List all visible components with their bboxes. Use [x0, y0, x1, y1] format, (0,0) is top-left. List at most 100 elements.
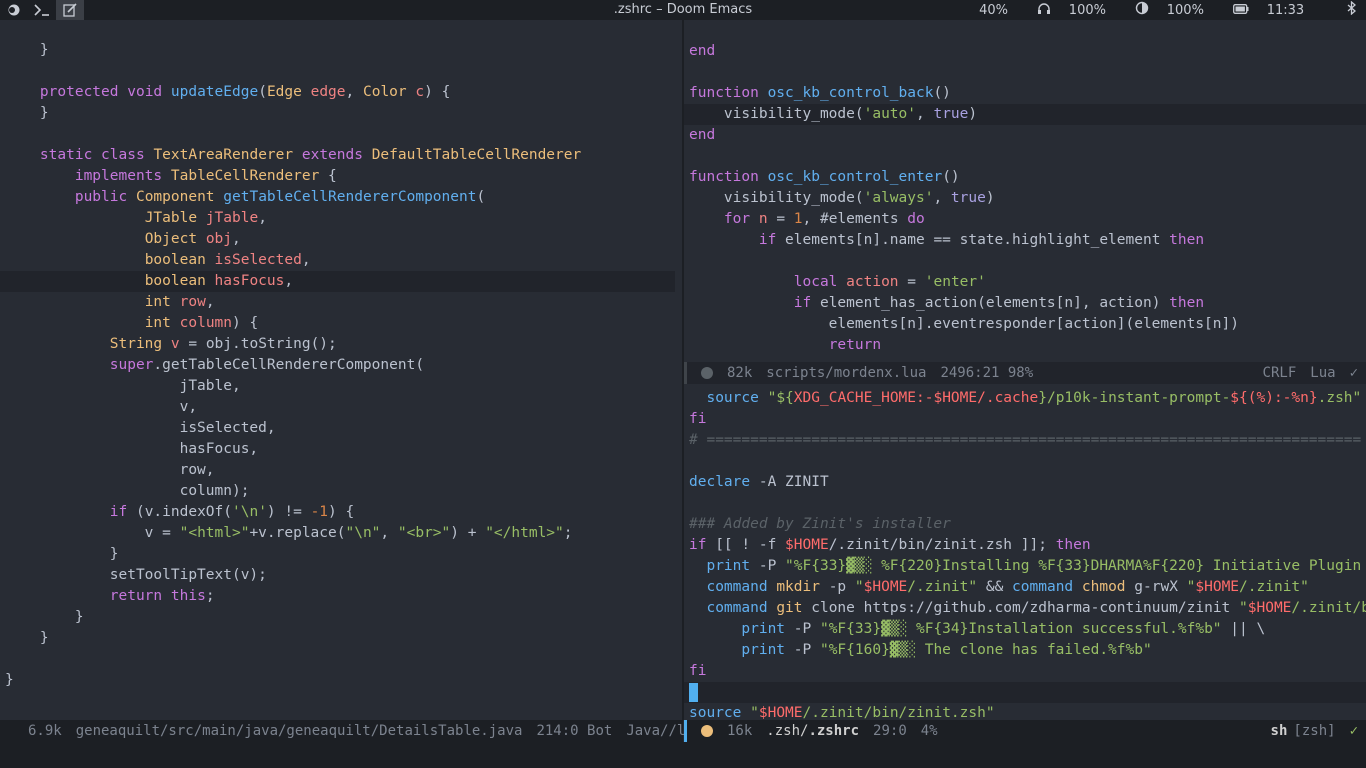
code-line[interactable]: # ======================================… — [684, 430, 1366, 451]
code-line[interactable]: function osc_kb_control_enter() — [684, 167, 1366, 188]
major-mode[interactable]: Lua — [1310, 362, 1335, 384]
code-line[interactable]: end — [684, 41, 1366, 62]
code-line[interactable]: function osc_kb_control_back() — [684, 83, 1366, 104]
code-line[interactable]: fi — [684, 409, 1366, 430]
code-token: command — [1012, 579, 1074, 595]
code-line[interactable] — [684, 493, 1366, 514]
code-line[interactable]: JTable jTable, — [0, 208, 675, 229]
code-line[interactable]: print -P "%F{33}▓▒░ %F{220}Installing %F… — [684, 556, 1366, 577]
code-token: TableCellRenderer — [170, 168, 320, 184]
code-token: getTableCellRendererComponent — [223, 189, 477, 205]
code-line[interactable]: source "$HOME/.zinit/bin/zinit.zsh" — [684, 703, 1366, 720]
code-line[interactable]: if elements[n].name == state.highlight_e… — [684, 230, 1366, 251]
code-line[interactable]: for n = 1, #elements do — [684, 209, 1366, 230]
code-area[interactable]: end function osc_kb_control_back() visibi… — [684, 20, 1366, 356]
code-line[interactable]: ### Added by Zinit's installer — [684, 514, 1366, 535]
code-line[interactable] — [0, 61, 675, 82]
code-line[interactable]: } — [0, 670, 675, 691]
code-line[interactable]: super.getTableCellRendererComponent( — [0, 355, 675, 376]
code-area[interactable]: } protected void updateEdge(Edge edge, C… — [0, 40, 675, 691]
buffer-path[interactable]: scripts/mordenx.lua — [766, 362, 926, 384]
code-line[interactable]: public Component getTableCellRendererCom… — [0, 187, 675, 208]
buffer-size: 16k — [727, 723, 753, 739]
code-line[interactable]: if (v.indexOf('\n') != -1) { — [0, 502, 675, 523]
buffer-dir[interactable]: .zsh/ — [766, 720, 808, 742]
code-token: -P — [785, 621, 820, 637]
code-line[interactable]: column); — [0, 481, 675, 502]
buffer-name[interactable]: .zshrc — [808, 720, 859, 742]
code-line[interactable]: fi — [684, 661, 1366, 682]
code-line[interactable]: command git clone https://github.com/zdh… — [684, 598, 1366, 619]
code-line[interactable]: visibility_mode('auto', true) — [684, 104, 1366, 125]
code-token: -1 — [310, 504, 329, 520]
code-line[interactable] — [0, 124, 675, 145]
editor-icon[interactable] — [56, 0, 84, 20]
major-mode[interactable]: sh — [1271, 720, 1288, 742]
editor-pane-zsh[interactable]: source "${XDG_CACHE_HOME:-$HOME/.cache}/… — [684, 384, 1366, 720]
code-line[interactable]: } — [0, 607, 675, 628]
code-line[interactable] — [684, 20, 1366, 41]
code-line[interactable]: elements[n].eventresponder[action](eleme… — [684, 314, 1366, 335]
code-line[interactable]: protected void updateEdge(Edge edge, Col… — [0, 82, 675, 103]
code-line[interactable]: boolean hasFocus, — [0, 271, 675, 292]
buffer-size: 82k — [727, 365, 753, 381]
code-line[interactable]: static class TextAreaRenderer extends De… — [0, 145, 675, 166]
code-line[interactable]: end — [684, 125, 1366, 146]
code-line[interactable] — [0, 649, 675, 670]
code-line[interactable] — [684, 451, 1366, 472]
eol-type[interactable]: CRLF — [1263, 362, 1297, 384]
editor-pane-java[interactable]: } protected void updateEdge(Edge edge, C… — [0, 20, 683, 720]
code-line[interactable]: row, — [0, 460, 675, 481]
code-line[interactable]: } — [0, 40, 675, 61]
code-line[interactable]: isSelected, — [0, 418, 675, 439]
code-line[interactable]: int row, — [0, 292, 675, 313]
code-line[interactable]: boolean isSelected, — [0, 250, 675, 271]
code-line[interactable]: if element_has_action(elements[n], actio… — [684, 293, 1366, 314]
code-token: = — [898, 274, 925, 290]
code-line[interactable]: print -P "%F{160}▓▒░ The clone has faile… — [684, 640, 1366, 661]
terminal-icon[interactable] — [28, 0, 56, 20]
code-line[interactable] — [684, 682, 1366, 703]
code-line[interactable]: String v = obj.toString(); — [0, 334, 675, 355]
code-line[interactable]: print -P "%F{33}▓▒░ %F{34}Installation s… — [684, 619, 1366, 640]
editor-pane-lua[interactable]: end function osc_kb_control_back() visibi… — [684, 20, 1366, 362]
system-logo-icon[interactable] — [0, 0, 28, 20]
code-line[interactable]: Object obj, — [0, 229, 675, 250]
code-line[interactable]: local action = 'enter' — [684, 272, 1366, 293]
code-line[interactable]: } — [0, 628, 675, 649]
minibuffer[interactable] — [0, 742, 1366, 768]
code-line[interactable]: visibility_mode('always', true) — [684, 188, 1366, 209]
code-line[interactable]: jTable, — [0, 376, 675, 397]
code-line[interactable]: setToolTipText(v); — [0, 565, 675, 586]
code-line[interactable]: } — [0, 544, 675, 565]
code-token: (v.indexOf( — [127, 504, 232, 520]
code-line[interactable] — [684, 251, 1366, 272]
buffer-path[interactable]: geneaquilt/src/main/java/geneaquilt/Deta… — [76, 720, 523, 742]
code-line[interactable]: implements TableCellRenderer { — [0, 166, 675, 187]
code-line[interactable]: hasFocus, — [0, 439, 675, 460]
code-line[interactable]: return — [684, 335, 1366, 356]
code-area[interactable]: source "${XDG_CACHE_HOME:-$HOME/.cache}/… — [684, 388, 1366, 720]
code-token: elements[n].name == state.highlight_elem… — [776, 232, 1170, 248]
code-token: fi — [689, 663, 707, 679]
code-line[interactable]: command mkdir -p "$HOME/.zinit" && comma… — [684, 577, 1366, 598]
major-mode[interactable]: Java//l — [626, 720, 685, 742]
code-token: , — [933, 190, 951, 206]
code-line[interactable]: declare -A ZINIT — [684, 472, 1366, 493]
sub-mode[interactable]: [zsh] — [1293, 720, 1335, 742]
code-line[interactable] — [684, 62, 1366, 83]
code-line[interactable]: return this; — [0, 586, 675, 607]
code-line[interactable]: if [[ ! -f $HOME/.zinit/bin/zinit.zsh ]]… — [684, 535, 1366, 556]
code-line[interactable]: int column) { — [0, 313, 675, 334]
code-token: print — [741, 642, 786, 658]
code-line[interactable]: source "${XDG_CACHE_HOME:-$HOME/.cache}/… — [684, 388, 1366, 409]
code-line[interactable]: v, — [0, 397, 675, 418]
code-line[interactable]: v = "<html>"+v.replace("\n", "<br>") + "… — [0, 523, 675, 544]
code-line[interactable] — [684, 146, 1366, 167]
code-line[interactable]: } — [0, 103, 675, 124]
code-token: ${(%):-%n} — [1230, 390, 1318, 406]
